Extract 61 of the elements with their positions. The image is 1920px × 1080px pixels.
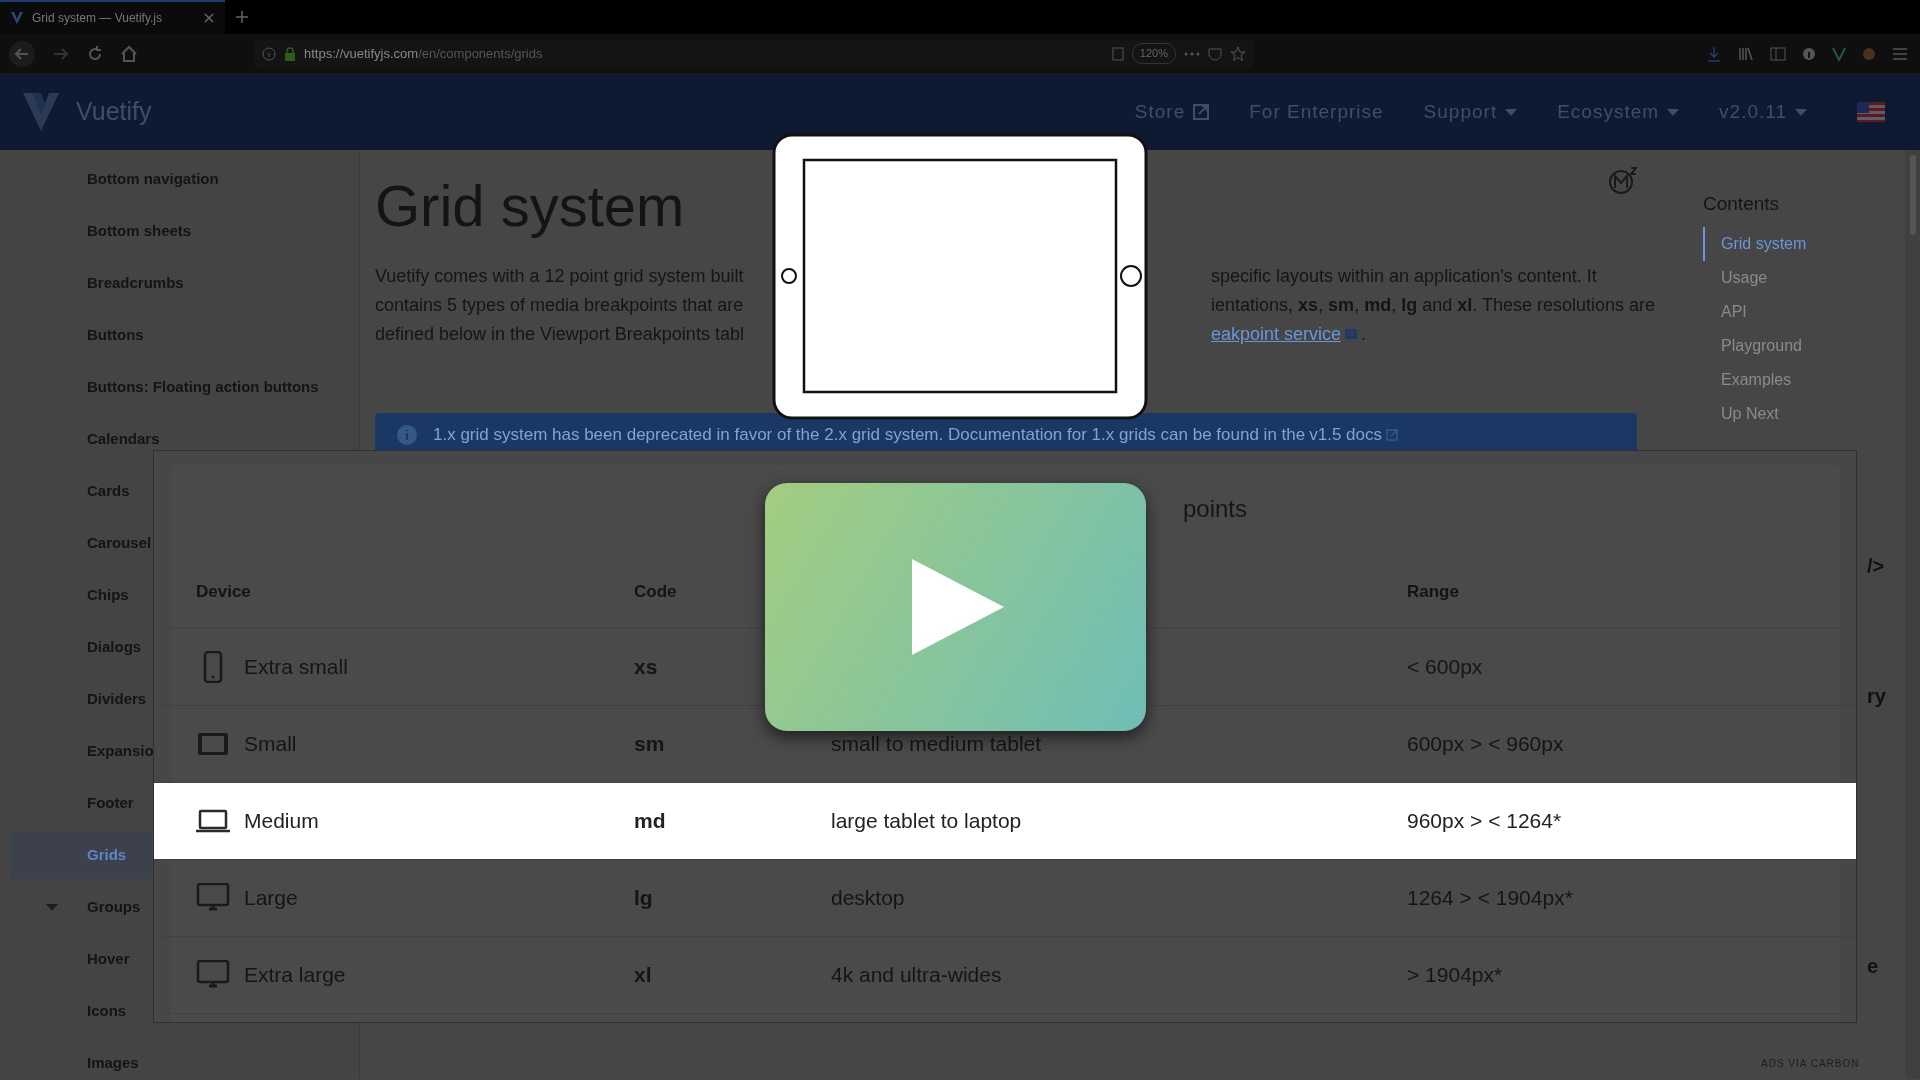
sidebar-icon[interactable] — [1770, 46, 1786, 61]
sidebar-item[interactable]: Grids — [10, 831, 152, 879]
book-icon — [1344, 328, 1359, 341]
contents-link[interactable]: Usage — [1703, 260, 1905, 295]
tablet-icon — [196, 732, 230, 756]
url-text: https://vuetifyjs.com/en/components/grids — [304, 44, 544, 63]
alert-text: 1.x grid system has been deprecated in favor of the 2.x grid system. Documentation for 1.x grids can be found in the — [433, 424, 1306, 447]
back-icon[interactable] — [8, 39, 36, 68]
nav-link[interactable]: Ecosystem — [1537, 97, 1700, 127]
v-logo-icon[interactable] — [1832, 46, 1846, 61]
caret-icon[interactable] — [46, 904, 58, 911]
reader-icon[interactable] — [1111, 46, 1124, 61]
nav-link[interactable]: Support — [1403, 97, 1538, 127]
contents-link[interactable]: API — [1703, 294, 1905, 329]
table-cell-text: Medium — [244, 808, 319, 835]
v-logo-icon — [22, 92, 60, 132]
zoom-level[interactable]: 120% — [1131, 43, 1176, 64]
v-logo-icon — [10, 11, 24, 25]
external-link-icon — [1385, 428, 1398, 441]
contents-link[interactable]: Up Next — [1703, 396, 1905, 431]
table-cell: md — [634, 809, 666, 833]
contents-link[interactable]: Playground — [1703, 328, 1905, 363]
link[interactable]: v1.5 docs — [1309, 422, 1382, 448]
table-row[interactable]: Medium md large tablet to laptop 960px > < 1264* — [154, 783, 1856, 860]
menu-icon[interactable] — [1892, 46, 1908, 61]
address-bar[interactable]: https://vuetifyjs.com/en/components/grids 120% — [254, 39, 1254, 68]
star-icon[interactable] — [1230, 45, 1246, 62]
paragraph-text: . — [1361, 322, 1367, 346]
nav-link[interactable]: Store — [1114, 97, 1230, 127]
play-button[interactable] — [765, 483, 1146, 731]
external-link-icon — [1193, 104, 1210, 120]
info-icon — [397, 424, 417, 445]
download-icon[interactable] — [1706, 45, 1722, 62]
brand-name: Vuetify — [76, 96, 152, 128]
new-tab-icon[interactable] — [235, 10, 249, 24]
pocket-icon[interactable] — [1208, 46, 1222, 61]
flag-icon[interactable] — [1857, 102, 1885, 122]
more-icon[interactable] — [1184, 51, 1200, 56]
monitor-icon — [196, 883, 230, 913]
browser-tab[interactable]: Grid system — Vuetify.js — [0, 0, 225, 34]
text-fragment: /> — [1866, 553, 1886, 579]
reload-icon[interactable] — [86, 44, 104, 63]
home-icon[interactable] — [120, 44, 138, 63]
lock-icon — [284, 46, 296, 61]
table-cell: large tablet to laptop — [831, 809, 1022, 833]
library-icon[interactable] — [1738, 45, 1754, 62]
laptop-icon — [196, 809, 230, 833]
table-cell: 960px > < 1264* — [1407, 809, 1562, 833]
close-icon[interactable] — [203, 12, 215, 24]
info-icon[interactable] — [1802, 46, 1816, 61]
avatar-icon[interactable] — [1862, 46, 1876, 61]
info-icon — [262, 46, 276, 61]
monitor-icon — [196, 960, 230, 990]
caret-icon — [1667, 108, 1680, 116]
contents-link[interactable]: Examples — [1703, 362, 1905, 397]
caret-icon — [1795, 108, 1807, 116]
caret-icon — [1505, 108, 1518, 116]
nav-link[interactable]: v2.0.11 — [1699, 97, 1827, 127]
link[interactable]: eakpoint service — [1211, 320, 1342, 348]
nav-link[interactable]: For Enterprise — [1229, 97, 1404, 127]
m2-logo-icon — [1608, 166, 1638, 196]
